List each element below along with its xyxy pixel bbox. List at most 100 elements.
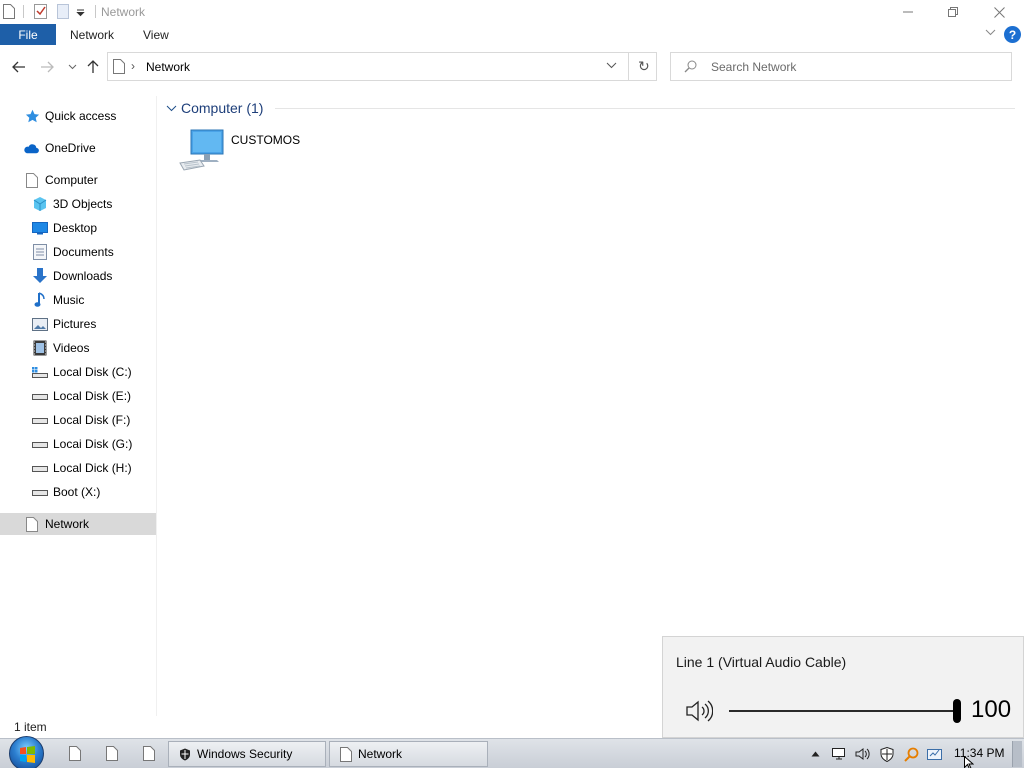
ribbon-tabs: File Network View ? bbox=[0, 24, 1024, 46]
title-bar: Network bbox=[0, 0, 1024, 24]
pinned-document-icon[interactable] bbox=[69, 746, 81, 764]
minimize-icon bbox=[903, 11, 913, 13]
cloud-icon bbox=[23, 140, 39, 156]
nav-network[interactable]: Network bbox=[0, 513, 156, 535]
help-button[interactable]: ? bbox=[1004, 26, 1021, 43]
volume-slider-track[interactable] bbox=[729, 710, 957, 712]
search-icon bbox=[684, 60, 697, 76]
star-icon bbox=[24, 108, 40, 124]
minimize-button[interactable] bbox=[885, 0, 931, 24]
speaker-icon[interactable] bbox=[685, 699, 714, 726]
qat-separator bbox=[23, 5, 24, 18]
nav-computer[interactable]: Computer bbox=[0, 169, 156, 191]
expand-ribbon-chevron-icon[interactable] bbox=[985, 27, 996, 41]
documents-icon bbox=[32, 244, 48, 260]
drive-icon bbox=[32, 388, 48, 404]
audio-device-name: Line 1 (Virtual Audio Cable) bbox=[676, 654, 847, 670]
breadcrumb-network[interactable]: Network bbox=[146, 60, 190, 74]
address-bar[interactable]: › Network ↻ bbox=[107, 52, 657, 81]
nav-item-local-disk-h[interactable]: Local Dick (H:) bbox=[0, 457, 156, 479]
taskbar: Windows Security Network 11:34 PM bbox=[0, 736, 1024, 768]
pictures-icon bbox=[32, 316, 48, 332]
download-arrow-icon bbox=[32, 268, 48, 284]
properties-checkmark-icon[interactable] bbox=[34, 4, 47, 22]
drive-icon bbox=[32, 412, 48, 428]
breadcrumb-chevron-icon[interactable]: › bbox=[131, 59, 135, 73]
tab-network[interactable]: Network bbox=[70, 28, 114, 42]
blank-document-icon bbox=[340, 746, 352, 762]
drive-icon bbox=[32, 460, 48, 476]
refresh-icon[interactable]: ↻ bbox=[638, 58, 650, 75]
start-button[interactable] bbox=[9, 736, 44, 768]
music-note-icon bbox=[32, 292, 48, 308]
magnifier-tray-icon[interactable] bbox=[902, 745, 920, 763]
nav-item-local-disk-e[interactable]: Local Disk (E:) bbox=[0, 385, 156, 407]
nav-item-pictures[interactable]: Pictures bbox=[0, 313, 156, 335]
security-shield-tray-icon[interactable] bbox=[878, 745, 896, 763]
qat-dropdown-icon[interactable] bbox=[76, 6, 85, 20]
blank-document-icon[interactable] bbox=[3, 4, 15, 22]
tab-file[interactable]: File bbox=[0, 24, 56, 45]
nav-item-local-disk-g[interactable]: Locai Disk (G:) bbox=[0, 433, 156, 455]
nav-quick-access[interactable]: Quick access bbox=[0, 105, 156, 127]
recent-locations-button[interactable] bbox=[63, 58, 81, 76]
search-input[interactable]: Search Network bbox=[711, 60, 796, 74]
network-tray-icon[interactable] bbox=[830, 745, 848, 763]
group-collapse-chevron-icon[interactable] bbox=[166, 100, 177, 117]
computer-item[interactable]: CUSTOMOS bbox=[178, 128, 308, 174]
taskbar-clock[interactable]: 11:34 PM bbox=[954, 746, 1004, 760]
nav-item-desktop[interactable]: Desktop bbox=[0, 217, 156, 239]
address-divider bbox=[628, 53, 629, 80]
desktop-icon bbox=[32, 220, 48, 236]
film-icon bbox=[32, 340, 48, 356]
restore-button[interactable] bbox=[930, 0, 976, 24]
taskbar-network[interactable]: Network bbox=[329, 741, 488, 767]
restore-icon bbox=[948, 7, 958, 17]
nav-item-videos[interactable]: Videos bbox=[0, 337, 156, 359]
volume-tray-icon[interactable] bbox=[854, 745, 872, 763]
shield-icon bbox=[179, 748, 191, 761]
tab-view[interactable]: View bbox=[143, 28, 169, 42]
chevron-down-icon bbox=[68, 64, 76, 70]
new-folder-icon[interactable] bbox=[57, 4, 69, 22]
cube-icon bbox=[32, 196, 48, 212]
computer-name: CUSTOMOS bbox=[231, 133, 301, 147]
computer-icon bbox=[178, 128, 226, 175]
blank-document-icon bbox=[24, 172, 40, 188]
address-dropdown-icon[interactable] bbox=[606, 60, 617, 74]
action-center-tray-icon[interactable] bbox=[926, 745, 944, 763]
up-arrow-icon bbox=[87, 60, 99, 73]
forward-button[interactable] bbox=[38, 58, 56, 76]
show-hidden-icons-arrow-icon[interactable] bbox=[806, 745, 824, 763]
nav-item-3d-objects[interactable]: 3D Objects bbox=[0, 193, 156, 215]
blank-document-icon bbox=[24, 516, 40, 532]
nav-item-local-disk-c[interactable]: Local Disk (C:) bbox=[0, 361, 156, 383]
title-separator bbox=[95, 5, 96, 18]
back-arrow-icon bbox=[12, 61, 25, 73]
status-item-count: 1 item bbox=[14, 720, 47, 734]
nav-item-boot-x[interactable]: Boot (X:) bbox=[0, 481, 156, 503]
taskbar-windows-security[interactable]: Windows Security bbox=[168, 741, 326, 767]
show-desktop-button[interactable] bbox=[1012, 741, 1022, 767]
group-header-computer[interactable]: Computer (1) bbox=[181, 100, 263, 116]
nav-item-documents[interactable]: Documents bbox=[0, 241, 156, 263]
back-button[interactable] bbox=[10, 58, 28, 76]
forward-arrow-icon bbox=[41, 61, 54, 73]
search-box[interactable]: Search Network bbox=[670, 52, 1012, 81]
close-button[interactable] bbox=[976, 0, 1022, 24]
drive-icon bbox=[32, 484, 48, 500]
nav-onedrive[interactable]: OneDrive bbox=[0, 137, 156, 159]
mouse-cursor-icon bbox=[964, 755, 975, 768]
navigation-pane: Quick access OneDrive Computer 3D Object… bbox=[0, 96, 157, 716]
pinned-document-icon[interactable] bbox=[143, 746, 155, 764]
volume-flyout: Line 1 (Virtual Audio Cable) 100 bbox=[662, 636, 1024, 738]
nav-item-music[interactable]: Music bbox=[0, 289, 156, 311]
volume-slider-thumb[interactable] bbox=[953, 699, 961, 723]
close-icon bbox=[993, 6, 1005, 18]
nav-item-local-disk-f[interactable]: Local Disk (F:) bbox=[0, 409, 156, 431]
up-button[interactable] bbox=[84, 58, 102, 76]
nav-item-downloads[interactable]: Downloads bbox=[0, 265, 156, 287]
volume-value: 100 bbox=[971, 696, 1012, 723]
pinned-document-icon[interactable] bbox=[106, 746, 118, 764]
drive-icon bbox=[32, 436, 48, 452]
